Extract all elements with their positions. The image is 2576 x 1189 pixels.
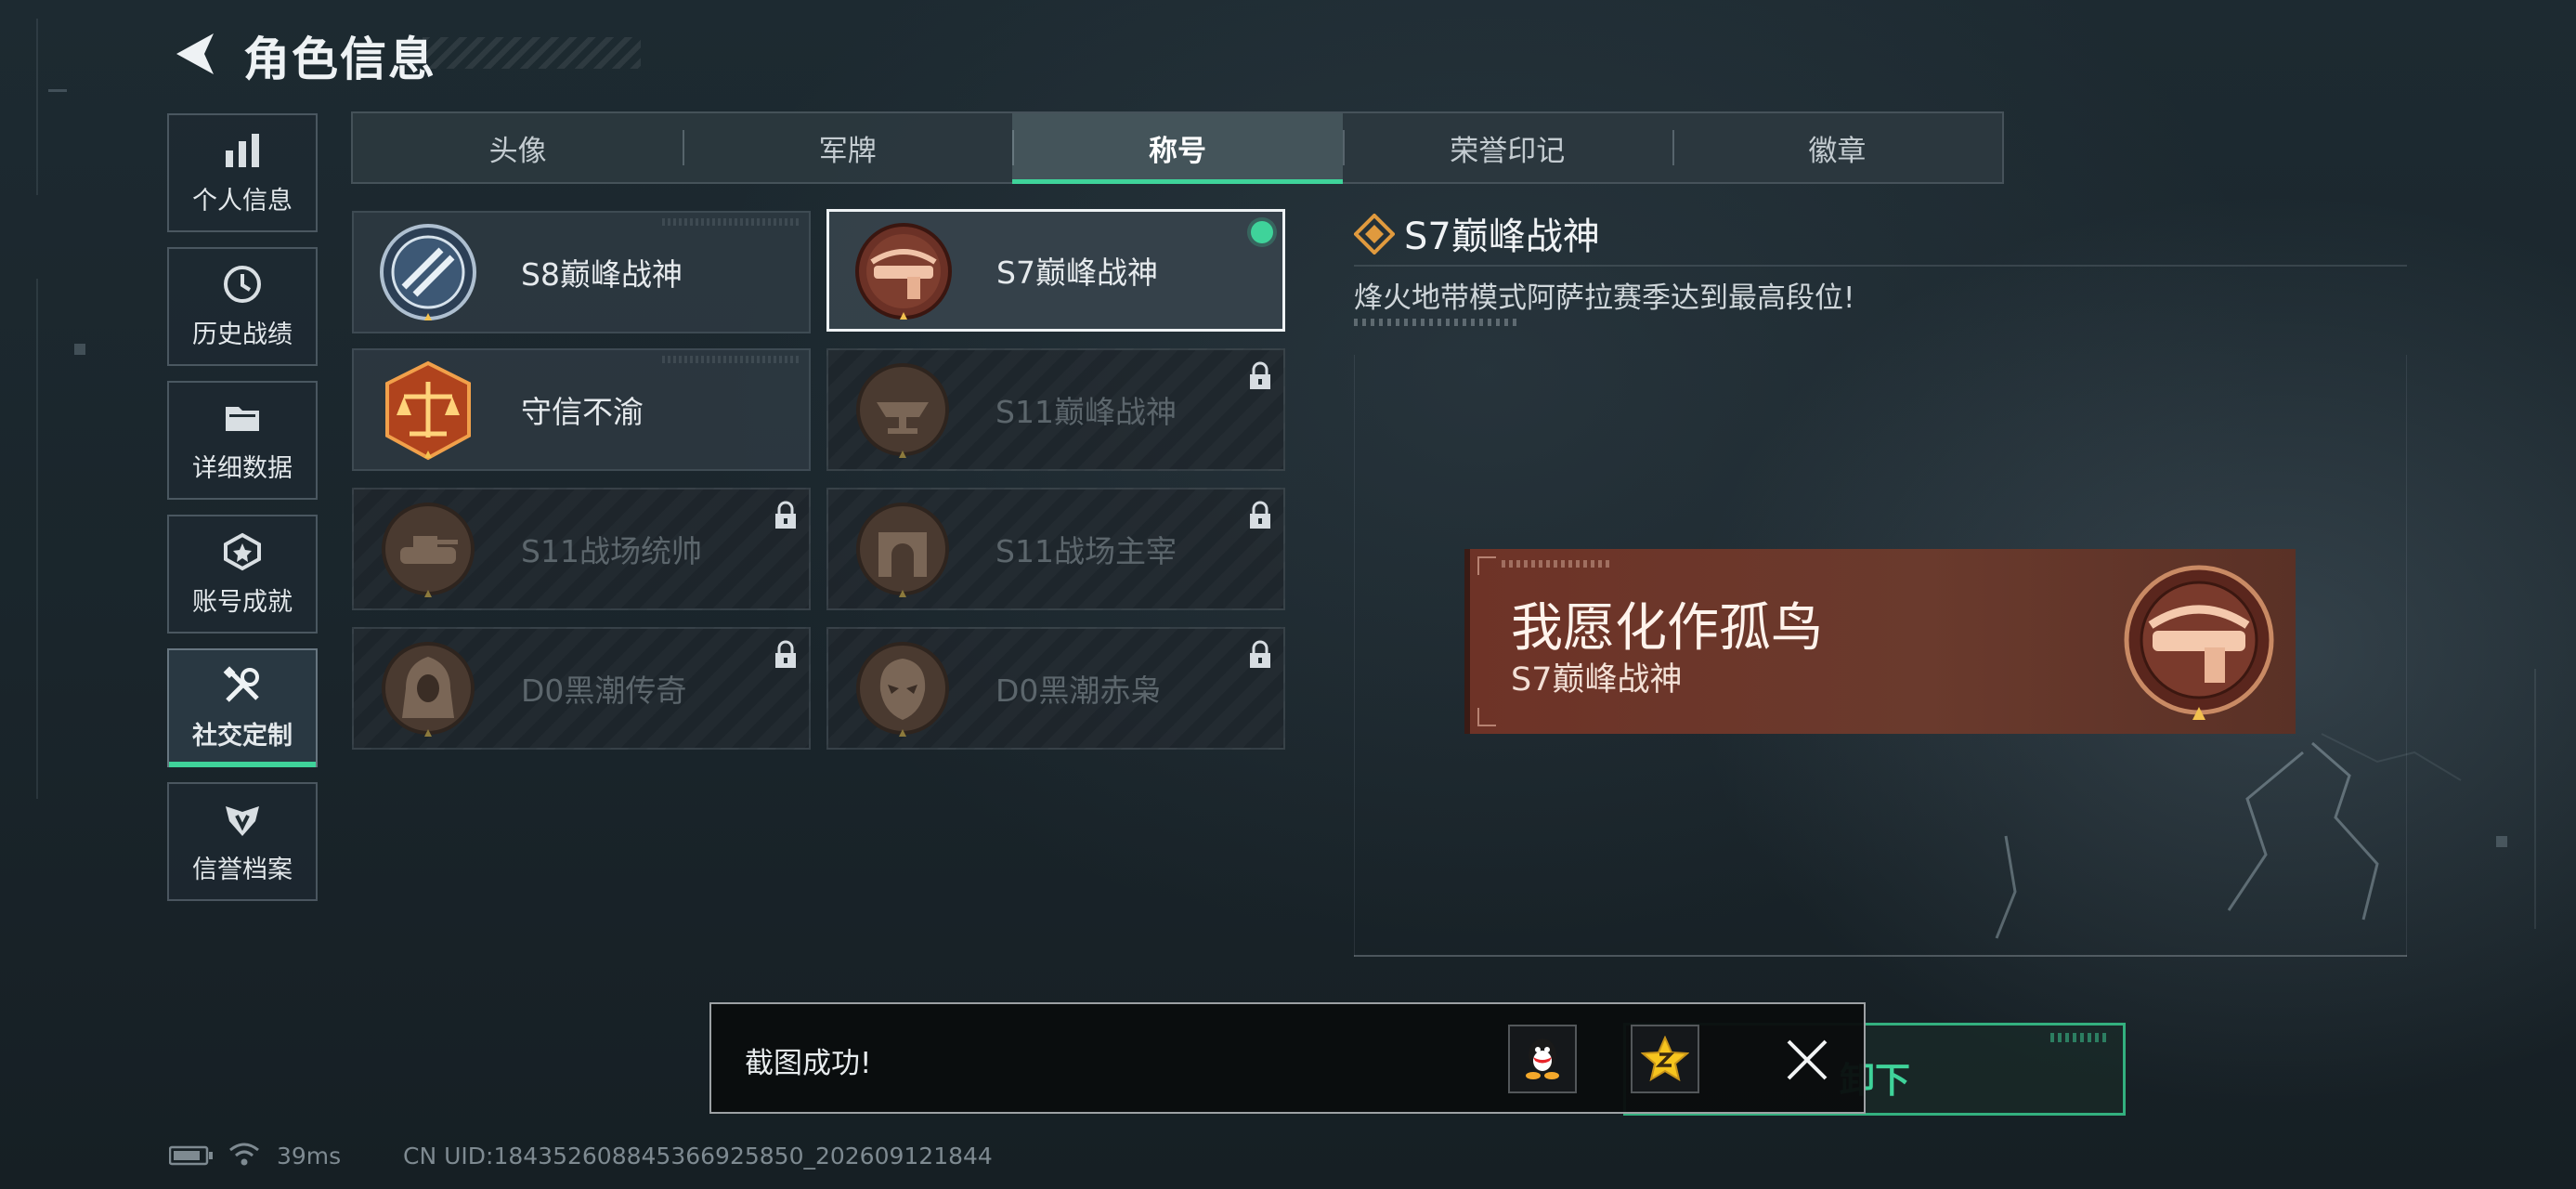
blue-peak-medal-icon [380, 224, 476, 320]
arch-medal-icon [856, 503, 949, 597]
title-name: S7巅峰战神 [996, 255, 1158, 291]
preview-bottom-line [1354, 955, 2407, 957]
back-arrow-icon[interactable] [167, 28, 219, 80]
tab-honor-mark[interactable]: 荣誉印记 [1342, 113, 1672, 182]
detail-decoration [1354, 319, 1517, 326]
tab-badge[interactable]: 徽章 [1672, 113, 2002, 182]
sidebar-item-achievements[interactable]: 账号成就 [167, 515, 318, 634]
clock-icon [224, 265, 261, 303]
network-ping: 39ms [277, 1143, 342, 1169]
title-name: 守信不渝 [521, 394, 644, 430]
title-name: S11战场主宰 [995, 533, 1177, 569]
category-tabs: 头像 军牌 称号 荣誉印记 徽章 [351, 111, 2004, 184]
qq-icon [1526, 1039, 1559, 1079]
preview-player-name: 我愿化作孤鸟 [1511, 598, 1823, 659]
sidebar-item-history[interactable]: 历史战绩 [167, 247, 318, 366]
toast-message: 截图成功! [745, 1047, 872, 1080]
crossbow-medal-icon [855, 223, 952, 320]
sidebar-item-personal-info[interactable]: 个人信息 [167, 113, 318, 232]
lock-icon [1250, 361, 1270, 389]
title-name: D0黑潮传奇 [521, 673, 687, 709]
title-card-s8[interactable]: S8巅峰战神 [352, 211, 811, 333]
title-name: S11巅峰战神 [995, 394, 1177, 430]
tank-medal-icon [382, 503, 475, 597]
sidebar-item-detailed-data[interactable]: 详细数据 [167, 381, 318, 500]
title-card-s11-commander[interactable]: S11战场统帅 [352, 488, 811, 610]
sidebar-item-label: 信誉档案 [192, 855, 293, 884]
folder-icon [226, 406, 259, 431]
title-card-d0-legend[interactable]: D0黑潮传奇 [352, 627, 811, 750]
wifi-icon [229, 1143, 259, 1166]
close-icon[interactable] [1785, 1038, 1829, 1082]
title-name: S11战场统帅 [521, 533, 702, 569]
tools-icon [223, 665, 259, 702]
title-preview-banner: 我愿化作孤鸟 S7巅峰战神 [1464, 549, 2296, 734]
tab-military-tag[interactable]: 军牌 [683, 113, 1012, 182]
sidebar-item-label: 个人信息 [192, 186, 293, 216]
sidebar-item-label: 详细数据 [192, 453, 293, 483]
tab-title[interactable]: 称号 [1012, 113, 1343, 184]
detail-divider [1354, 265, 2407, 267]
banner-decoration [1502, 560, 1613, 568]
user-uid: CN UID:184352608845366925850_20260912184… [403, 1143, 993, 1169]
banner-corner [1477, 708, 1496, 726]
bar-chart-icon [226, 133, 259, 167]
equipped-indicator [1251, 221, 1273, 243]
title-card-s11-dominator[interactable]: S11战场主宰 [826, 488, 1285, 610]
title-card-s11-peak[interactable]: S11巅峰战神 [826, 348, 1285, 471]
sidebar-item-label: 历史战绩 [192, 320, 293, 349]
lock-icon [775, 640, 796, 668]
title-name: S8巅峰战神 [521, 256, 683, 293]
anvil-medal-icon [856, 363, 949, 458]
lock-icon [775, 501, 796, 529]
title-card-s7[interactable]: S7巅峰战神 [826, 209, 1285, 332]
screenshot-toast: 截图成功! [709, 1002, 1866, 1114]
title-name: D0黑潮赤枭 [995, 673, 1162, 709]
achievement-icon [224, 532, 261, 570]
sidebar-item-credit-file[interactable]: 信誉档案 [167, 782, 318, 901]
card-decoration [662, 356, 801, 363]
crossbow-medal-icon [2124, 565, 2274, 720]
battery-icon [169, 1145, 213, 1166]
skull-mask-medal-icon [856, 642, 949, 737]
banner-corner [1477, 556, 1496, 575]
button-decoration [2050, 1033, 2106, 1042]
hooded-figure-medal-icon [382, 642, 475, 737]
share-qq-button[interactable] [1508, 1025, 1577, 1093]
sidebar-item-label: 账号成就 [192, 587, 293, 617]
preview-title-name: S7巅峰战神 [1511, 661, 1683, 699]
qzone-icon [1641, 1036, 1689, 1082]
detail-description: 烽火地带模式阿萨拉赛季达到最高段位! [1354, 281, 1855, 315]
title-decoration [423, 37, 641, 69]
lock-icon [1250, 640, 1270, 668]
sidebar-item-social-custom[interactable]: 社交定制 [167, 648, 318, 767]
card-decoration [662, 218, 801, 226]
title-card-d0-red-owl[interactable]: D0黑潮赤枭 [826, 627, 1285, 750]
tab-avatar[interactable]: 头像 [353, 113, 683, 182]
sidebar-item-label: 社交定制 [192, 721, 293, 751]
share-qzone-button[interactable] [1631, 1025, 1699, 1093]
scales-medal-icon [385, 360, 471, 461]
lock-icon [1250, 501, 1270, 529]
detail-title: S7巅峰战神 [1404, 216, 1600, 258]
page-title: 角色信息 [243, 33, 436, 86]
title-card-keep-faith[interactable]: 守信不渝 [352, 348, 811, 471]
diamond-emblem-icon [1354, 214, 1395, 255]
shield-wings-icon [226, 805, 259, 836]
